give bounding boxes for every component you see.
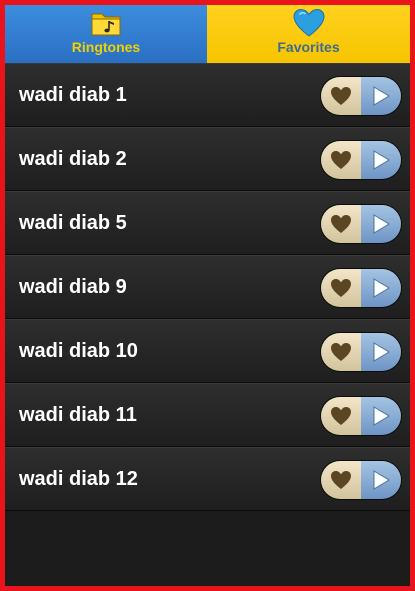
play-icon — [373, 406, 390, 426]
favorite-button[interactable] — [321, 77, 361, 115]
heart-icon — [331, 343, 351, 361]
ringtone-title: wadi diab 9 — [19, 276, 127, 298]
heart-icon — [331, 471, 351, 489]
play-button[interactable] — [361, 77, 401, 115]
ringtone-controls — [321, 397, 401, 435]
ringtone-title: wadi diab 1 — [19, 84, 127, 106]
heart-icon — [331, 215, 351, 233]
ringtone-controls — [321, 141, 401, 179]
favorite-button[interactable] — [321, 269, 361, 307]
ringtone-title: wadi diab 5 — [19, 212, 127, 234]
tab-ringtones-label: Ringtones — [71, 39, 141, 55]
list-item[interactable]: wadi diab 2 — [5, 127, 410, 191]
ringtone-title: wadi diab 12 — [19, 468, 138, 490]
list-item[interactable]: wadi diab 9 — [5, 255, 410, 319]
list-item[interactable]: wadi diab 12 — [5, 447, 410, 511]
tab-ringtones[interactable]: Ringtones — [5, 5, 207, 63]
play-button[interactable] — [361, 141, 401, 179]
ringtone-controls — [321, 461, 401, 499]
favorite-button[interactable] — [321, 333, 361, 371]
ringtone-controls — [321, 205, 401, 243]
app-frame: Ringtones Favorites wadi diab 1 wadi dia… — [0, 0, 415, 591]
play-button[interactable] — [361, 397, 401, 435]
play-icon — [373, 214, 390, 234]
list-item[interactable]: wadi diab 11 — [5, 383, 410, 447]
heart-icon — [331, 279, 351, 297]
favorite-button[interactable] — [321, 205, 361, 243]
play-button[interactable] — [361, 205, 401, 243]
favorite-button[interactable] — [321, 461, 361, 499]
tab-favorites[interactable]: Favorites — [207, 5, 410, 63]
ringtone-controls — [321, 269, 401, 307]
play-button[interactable] — [361, 461, 401, 499]
favorite-button[interactable] — [321, 141, 361, 179]
play-icon — [373, 86, 390, 106]
play-button[interactable] — [361, 269, 401, 307]
music-folder-icon — [91, 13, 121, 36]
play-icon — [373, 470, 390, 490]
play-button[interactable] — [361, 333, 401, 371]
play-icon — [373, 278, 390, 298]
ringtone-controls — [321, 77, 401, 115]
tab-favorites-label: Favorites — [277, 39, 340, 55]
ringtone-title: wadi diab 11 — [19, 404, 137, 426]
heart-icon — [331, 151, 351, 169]
list-item[interactable]: wadi diab 10 — [5, 319, 410, 383]
heart-icon — [331, 87, 351, 105]
heart-icon — [331, 407, 351, 425]
ringtone-controls — [321, 333, 401, 371]
ringtone-title: wadi diab 10 — [19, 340, 138, 362]
ringtone-list: wadi diab 1 wadi diab 2 wadi diab 5 wadi… — [5, 63, 410, 511]
play-icon — [373, 342, 390, 362]
ringtone-title: wadi diab 2 — [19, 148, 127, 170]
favorite-button[interactable] — [321, 397, 361, 435]
list-item[interactable]: wadi diab 5 — [5, 191, 410, 255]
heart-icon — [292, 8, 325, 37]
list-item[interactable]: wadi diab 1 — [5, 63, 410, 127]
play-icon — [373, 150, 390, 170]
tab-bar: Ringtones Favorites — [5, 5, 410, 63]
